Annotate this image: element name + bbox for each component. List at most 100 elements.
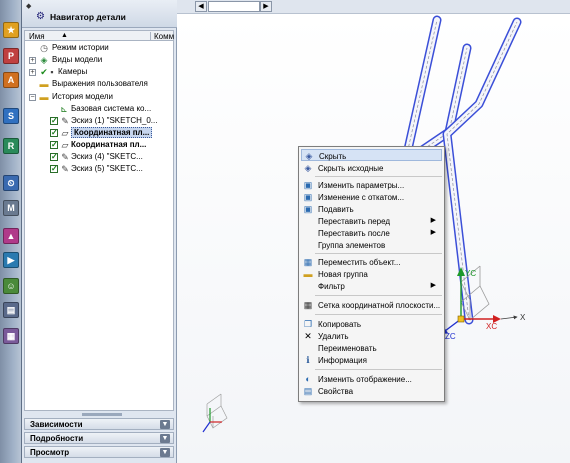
menu-item-reorder-before[interactable]: Переставить перед ▶ — [301, 215, 442, 227]
edit-display-icon: ◐ — [305, 374, 311, 384]
system-materials-icon[interactable]: M — [3, 200, 19, 216]
submenu-arrow-icon: ▶ — [430, 229, 436, 236]
visibility-checkbox[interactable]: ✓ — [50, 165, 58, 173]
section-preview[interactable]: Просмотр ▼ — [24, 446, 174, 458]
part-navigator-panel: ◆ ⚙ Навигатор детали Имя ▲ Комм ◷ Режим … — [22, 0, 177, 463]
menu-item-hide[interactable]: ◈ Скрыть — [301, 149, 442, 161]
star-icon[interactable]: ★ — [3, 22, 19, 38]
tree-item-datum-plane-2[interactable]: ✓ ▱ Координатная пл... — [25, 139, 173, 151]
graphics-window[interactable]: YC XC ZC X ◈ Скрыть ◈ Скрыть исходные ▣ — [177, 14, 570, 463]
part-navigator-icon[interactable]: P — [3, 48, 19, 64]
model-views-icon: ◈ — [40, 55, 48, 65]
column-comment[interactable]: Комм — [150, 32, 174, 41]
copy-icon: ❐ — [303, 319, 313, 329]
delete-icon: ✕ — [304, 331, 312, 341]
navigator-icon: ⚙ — [36, 11, 45, 22]
clock-icon: ◷ — [40, 43, 48, 53]
panel-splitter[interactable] — [82, 413, 122, 416]
horizontal-scrollbar[interactable] — [208, 1, 260, 12]
submenu-arrow-icon: ▶ — [430, 217, 436, 224]
menu-separator — [315, 176, 442, 177]
history-icon[interactable]: ⏲ — [3, 175, 19, 191]
chevron-down-icon[interactable]: ▼ — [160, 448, 170, 457]
tree-item-history-mode[interactable]: ◷ Режим истории — [25, 42, 173, 54]
menu-separator — [315, 295, 442, 296]
menu-item-delete[interactable]: ✕ Удалить — [301, 330, 442, 342]
chevron-down-icon[interactable]: ▼ — [160, 420, 170, 429]
label-zc: ZC — [445, 332, 456, 341]
sketch-icon: ✎ — [61, 152, 69, 162]
tree-item-sketch-4[interactable]: ✓ ✎ Эскиз (4) "SKETC... — [25, 151, 173, 163]
section-dependencies[interactable]: Зависимости ▼ — [24, 418, 174, 430]
panel-title-bar: ◆ ⚙ Навигатор детали — [22, 0, 177, 28]
assembly-navigator-icon[interactable]: A — [3, 72, 19, 88]
model-tree: ◷ Режим истории + ◈ Виды модели + ✔ ▪ Ка… — [24, 41, 174, 411]
palette-icon[interactable]: ▦ — [3, 328, 19, 344]
menu-item-move-object[interactable]: ▦ Переместить объект... — [301, 256, 442, 268]
expand-icon[interactable]: + — [29, 69, 36, 76]
label-yc: YC — [465, 269, 476, 278]
context-menu: ◈ Скрыть ◈ Скрыть исходные ▣ Изменить па… — [298, 146, 445, 402]
move-object-icon: ▦ — [303, 257, 313, 267]
tree-item-cameras[interactable]: + ✔ ▪ Камеры — [25, 66, 173, 78]
wcs-triad[interactable] — [439, 265, 518, 335]
tree-item-datum-csys[interactable]: ⊾ Базовая система ко... — [25, 103, 173, 115]
tree-item-model-history[interactable]: − ▬ История модели — [25, 91, 173, 103]
edit-parameters-icon: ▣ — [303, 180, 313, 190]
sketch-icon: ✎ — [61, 164, 69, 174]
visibility-checkbox[interactable]: ✓ — [50, 129, 58, 137]
menu-item-rename[interactable]: Переименовать — [301, 342, 442, 354]
menu-item-reorder-after[interactable]: Переставить после ▶ — [301, 227, 442, 239]
menu-separator — [315, 253, 442, 254]
folder-open-icon: ▬ — [39, 92, 49, 102]
section-details[interactable]: Подробности ▼ — [24, 432, 174, 444]
column-name[interactable]: Имя — [29, 32, 45, 41]
submenu-arrow-icon: ▶ — [430, 282, 436, 289]
collapse-icon[interactable]: − — [29, 94, 36, 101]
reuse-library-icon[interactable]: R — [3, 138, 19, 154]
process-studio-icon[interactable]: ▲ — [3, 228, 19, 244]
menu-item-edit-display[interactable]: ◐ Изменить отображение... — [301, 373, 442, 385]
menu-item-plane-grid[interactable]: ▦ Сетка координатной плоскости... — [301, 299, 442, 311]
visibility-checkbox[interactable]: ✓ — [50, 141, 58, 149]
users-icon[interactable]: ☺ — [3, 278, 19, 294]
folder-icon: ▬ — [39, 79, 49, 89]
menu-item-feature-group[interactable]: Группа элементов — [301, 239, 442, 251]
scroll-right-arrow-icon[interactable]: ▶ — [260, 1, 272, 12]
chevron-down-icon[interactable]: ▼ — [160, 434, 170, 443]
constraint-icon[interactable]: S — [3, 108, 19, 124]
datum-csys-icon: ⊾ — [60, 104, 68, 114]
expand-icon[interactable]: + — [29, 57, 36, 64]
suppress-icon: ▣ — [303, 204, 313, 214]
visibility-checkbox[interactable]: ✓ — [50, 153, 58, 161]
pin-icon[interactable]: ◆ — [26, 2, 31, 10]
sort-ascending-icon[interactable]: ▲ — [61, 32, 68, 39]
datum-plane-icon: ▱ — [61, 140, 69, 150]
tree-item-model-views[interactable]: + ◈ Виды модели — [25, 54, 173, 66]
tree-item-sketch-1[interactable]: ✓ ✎ Эскиз (1) "SKETCH_0... — [25, 115, 173, 127]
menu-item-filter[interactable]: Фильтр ▶ — [301, 280, 442, 292]
hide-icon: ◈ — [305, 151, 313, 161]
sketch-icon: ✎ — [61, 116, 69, 126]
menu-item-properties[interactable]: ▤ Свойства — [301, 385, 442, 397]
menu-item-edit-with-rollback[interactable]: ▣ Изменение с откатом... — [301, 191, 442, 203]
visibility-checkbox[interactable]: ✓ — [50, 117, 58, 125]
information-icon: ℹ — [306, 355, 310, 365]
scroll-left-arrow-icon[interactable]: ◀ — [195, 1, 207, 12]
roles-icon[interactable]: ▶ — [3, 252, 19, 268]
folder-icon: ▬ — [303, 269, 313, 279]
menu-item-information[interactable]: ℹ Информация — [301, 354, 442, 366]
menu-separator — [315, 369, 442, 370]
menu-item-new-group[interactable]: ▬ Новая группа — [301, 268, 442, 280]
web-browser-icon[interactable]: ▤ — [3, 302, 19, 318]
menu-item-copy[interactable]: ❐ Копировать — [301, 318, 442, 330]
menu-item-hide-parents[interactable]: ◈ Скрыть исходные — [301, 162, 442, 174]
tree-item-datum-plane-1[interactable]: ✓ ▱ Координатная пл... — [25, 127, 173, 139]
resource-bar: ★ P A S R ⏲ M ▲ ▶ ☺ ▤ ▦ — [0, 0, 22, 463]
tree-item-user-expressions[interactable]: ▬ Выражения пользователя — [25, 78, 173, 90]
panel-title: Навигатор детали — [50, 12, 126, 22]
menu-item-suppress[interactable]: ▣ Подавить — [301, 203, 442, 215]
column-header[interactable]: Имя ▲ Комм — [24, 30, 174, 41]
tree-item-sketch-5[interactable]: ✓ ✎ Эскиз (5) "SKETC... — [25, 163, 173, 175]
menu-item-edit-parameters[interactable]: ▣ Изменить параметры... — [301, 179, 442, 191]
